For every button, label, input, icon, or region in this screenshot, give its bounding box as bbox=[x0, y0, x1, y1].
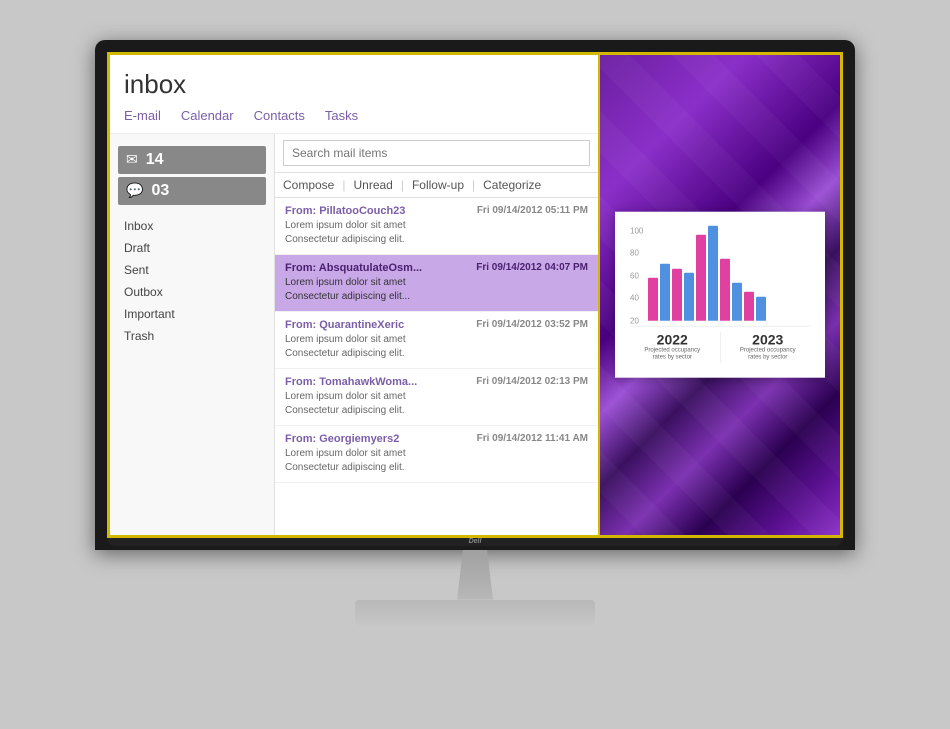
y-label-3: 80 bbox=[630, 249, 643, 258]
email-date: Fri 09/14/2012 02:13 PM bbox=[476, 376, 588, 387]
email-preview: Lorem ipsum dolor sit ametConsectetur ad… bbox=[285, 447, 588, 475]
brand-logo: Dell bbox=[469, 538, 482, 545]
chat-count: 03 bbox=[151, 182, 169, 200]
sidebar: ✉ 14 💬 03 Inbox Draft Sent Outbox I bbox=[110, 134, 275, 535]
email-preview: Lorem ipsum dolor sit ametConsectetur ad… bbox=[285, 333, 588, 361]
y-label-4: 100 bbox=[630, 226, 643, 235]
toolbar-compose[interactable]: Compose bbox=[283, 178, 334, 192]
email-date: Fri 09/14/2012 04:07 PM bbox=[476, 262, 588, 273]
bar-pink bbox=[744, 291, 754, 320]
chart-panel: 20 40 60 80 100 bbox=[600, 55, 840, 535]
email-from: From: TomahawkWoma... Fri 09/14/2012 02:… bbox=[285, 376, 588, 388]
bar-blue bbox=[684, 272, 694, 320]
email-from: From: QuarantineXeric Fri 09/14/2012 03:… bbox=[285, 319, 588, 331]
bar-pink bbox=[720, 258, 730, 320]
page-title: inbox bbox=[124, 69, 584, 100]
email-preview: Lorem ipsum dolor sit ametConsectetur ad… bbox=[285, 219, 588, 247]
bar-blue bbox=[756, 296, 766, 320]
main-content: Compose | Unread | Follow-up | Categoriz… bbox=[275, 134, 598, 535]
tab-email[interactable]: E-mail bbox=[124, 108, 161, 125]
chart-y-axis: 20 40 60 80 100 bbox=[630, 226, 646, 325]
y-label-1: 40 bbox=[630, 294, 643, 303]
monitor-bottom-bar: Dell bbox=[107, 538, 843, 546]
monitor-base bbox=[355, 600, 595, 628]
sidebar-item-draft[interactable]: Draft bbox=[110, 237, 274, 259]
email-header: inbox E-mail Calendar Contacts Tasks bbox=[110, 55, 598, 134]
stat-row-mail: ✉ 14 bbox=[118, 146, 266, 174]
email-list: From: PillatooCouch23 Fri 09/14/2012 05:… bbox=[275, 198, 598, 535]
bar-pink bbox=[696, 234, 706, 320]
monitor-wrapper: inbox E-mail Calendar Contacts Tasks ✉ 1… bbox=[85, 40, 865, 690]
chart-box: 20 40 60 80 100 bbox=[615, 211, 825, 378]
tab-calendar[interactable]: Calendar bbox=[181, 108, 234, 125]
chart-2022: 2022 Projected occupancyrates by sector bbox=[630, 331, 715, 363]
monitor-neck bbox=[445, 550, 505, 600]
chart-bars bbox=[648, 225, 810, 320]
toolbar-categorize[interactable]: Categorize bbox=[483, 178, 541, 192]
monitor-bezel: inbox E-mail Calendar Contacts Tasks ✉ 1… bbox=[95, 40, 855, 550]
email-date: Fri 09/14/2012 03:52 PM bbox=[476, 319, 588, 330]
email-item[interactable]: From: TomahawkWoma... Fri 09/14/2012 02:… bbox=[275, 369, 598, 426]
toolbar: Compose | Unread | Follow-up | Categoriz… bbox=[275, 173, 598, 198]
email-item[interactable]: From: QuarantineXeric Fri 09/14/2012 03:… bbox=[275, 312, 598, 369]
bar-group bbox=[744, 291, 766, 320]
search-input[interactable] bbox=[283, 140, 590, 166]
email-from: From: AbsquatulateOsm... Fri 09/14/2012 … bbox=[285, 262, 588, 274]
tab-contacts[interactable]: Contacts bbox=[254, 108, 305, 125]
bar-group bbox=[720, 258, 742, 320]
bar-blue bbox=[708, 225, 718, 320]
mail-count: 14 bbox=[146, 151, 164, 169]
stat-row-chat: 💬 03 bbox=[118, 177, 266, 205]
toolbar-unread[interactable]: Unread bbox=[353, 178, 392, 192]
bar-group bbox=[648, 263, 670, 320]
email-item[interactable]: From: Georgiemyers2 Fri 09/14/2012 11:41… bbox=[275, 426, 598, 483]
bar-pink bbox=[648, 277, 658, 320]
bar-blue bbox=[660, 263, 670, 320]
email-preview: Lorem ipsum dolor sit ametConsectetur ad… bbox=[285, 276, 588, 304]
sidebar-item-outbox[interactable]: Outbox bbox=[110, 281, 274, 303]
sidebar-item-important[interactable]: Important bbox=[110, 303, 274, 325]
email-item[interactable]: From: PillatooCouch23 Fri 09/14/2012 05:… bbox=[275, 198, 598, 255]
sidebar-item-trash[interactable]: Trash bbox=[110, 325, 274, 347]
sidebar-item-inbox[interactable]: Inbox bbox=[110, 215, 274, 237]
bar-blue bbox=[732, 282, 742, 320]
email-panel: inbox E-mail Calendar Contacts Tasks ✉ 1… bbox=[110, 55, 600, 535]
sidebar-item-sent[interactable]: Sent bbox=[110, 259, 274, 281]
tab-tasks[interactable]: Tasks bbox=[325, 108, 358, 125]
email-preview: Lorem ipsum dolor sit ametConsectetur ad… bbox=[285, 390, 588, 418]
toolbar-followup[interactable]: Follow-up bbox=[412, 178, 464, 192]
email-body: ✉ 14 💬 03 Inbox Draft Sent Outbox I bbox=[110, 134, 598, 535]
email-from: From: PillatooCouch23 Fri 09/14/2012 05:… bbox=[285, 205, 588, 217]
y-label-0: 20 bbox=[630, 316, 643, 325]
nav-tabs: E-mail Calendar Contacts Tasks bbox=[124, 108, 584, 125]
email-date: Fri 09/14/2012 11:41 AM bbox=[477, 433, 588, 444]
bar-pink bbox=[672, 268, 682, 320]
mail-icon: ✉ bbox=[126, 151, 138, 168]
bar-group bbox=[672, 268, 694, 320]
chat-icon: 💬 bbox=[126, 182, 143, 199]
chart-labels: 2022 Projected occupancyrates by sector … bbox=[630, 331, 810, 363]
bar-group bbox=[696, 225, 718, 320]
sidebar-nav: Inbox Draft Sent Outbox Important Trash bbox=[110, 215, 274, 347]
monitor-screen: inbox E-mail Calendar Contacts Tasks ✉ 1… bbox=[107, 52, 843, 538]
email-date: Fri 09/14/2012 05:11 PM bbox=[477, 205, 588, 216]
y-label-2: 60 bbox=[630, 271, 643, 280]
chart-2023: 2023 Projected occupancyrates by sector bbox=[726, 331, 811, 363]
search-bar bbox=[275, 134, 598, 173]
email-from: From: Georgiemyers2 Fri 09/14/2012 11:41… bbox=[285, 433, 588, 445]
chart-area: 20 40 60 80 100 bbox=[630, 226, 810, 326]
email-item[interactable]: From: AbsquatulateOsm... Fri 09/14/2012 … bbox=[275, 255, 598, 312]
